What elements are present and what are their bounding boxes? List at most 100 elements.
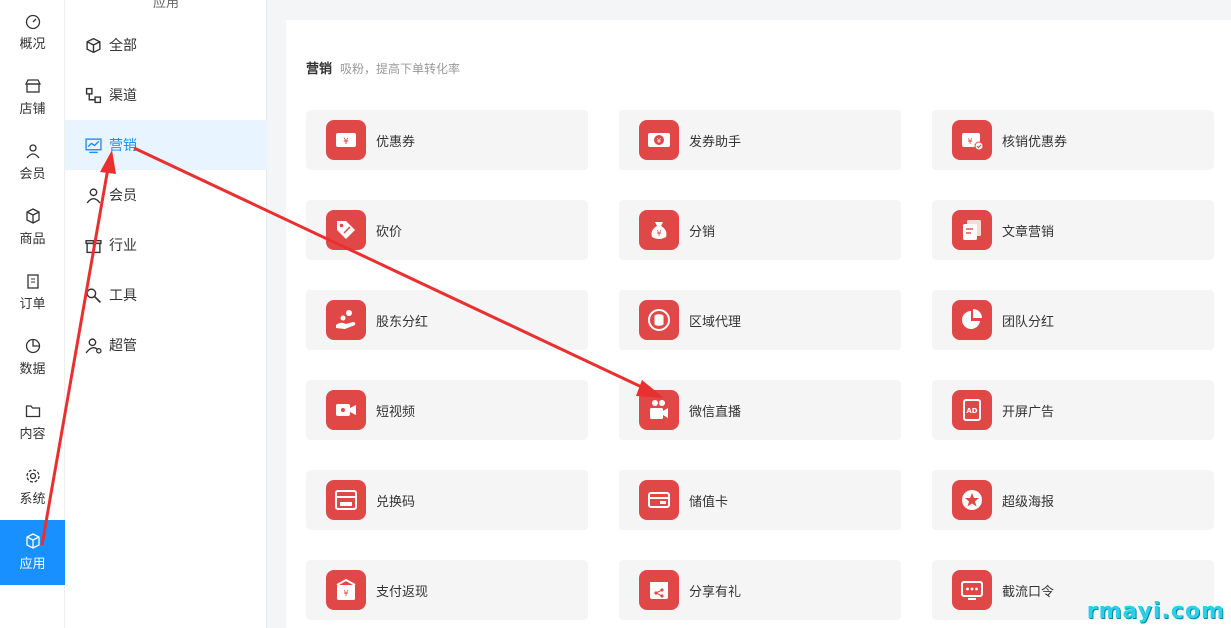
gear-icon <box>25 469 40 483</box>
coupon-helper-icon: ¥ <box>648 133 670 147</box>
cashback-icon: ¥ <box>336 578 356 600</box>
stored-card-icon <box>648 492 670 508</box>
nav-label: 应用 <box>19 557 46 572</box>
redeem-card-icon <box>335 490 357 510</box>
tile-label: 分销 <box>689 224 716 240</box>
tile-wechat-live[interactable]: 微信直播 <box>619 380 901 440</box>
tile-distribution[interactable]: ¥ 分销 <box>619 200 901 260</box>
tile-label: 短视频 <box>376 404 416 420</box>
region-coins-icon <box>648 309 670 331</box>
sub-item-marketing[interactable]: 营销 <box>65 120 267 170</box>
dashboard-icon <box>25 14 40 29</box>
nav-item-goods[interactable]: 商品 <box>0 195 65 260</box>
article-icon <box>963 220 981 240</box>
watermark: rmayi.com <box>1086 599 1225 624</box>
tile-coupon-verify[interactable]: ¥ 核销优惠券 <box>932 110 1214 170</box>
section-header: 营销 吸粉，提高下单转化率 <box>306 58 460 77</box>
sub-item-label: 渠道 <box>109 88 137 104</box>
section-subtitle: 吸粉，提高下单转化率 <box>340 62 461 76</box>
nav-label: 系统 <box>19 492 46 507</box>
tile-payment-cashback[interactable]: ¥ 支付返现 <box>306 560 588 620</box>
bargain-tag-icon <box>337 221 355 239</box>
tile-label: 储值卡 <box>689 494 729 510</box>
sub-item-label: 营销 <box>109 138 137 154</box>
share-gift-icon <box>650 582 668 599</box>
nav-item-content[interactable]: 内容 <box>0 390 65 455</box>
tile-bargain[interactable]: 砍价 <box>306 200 588 260</box>
tile-label: 砍价 <box>376 224 403 240</box>
tile-coupon[interactable]: ¥ 优惠券 <box>306 110 588 170</box>
nav-label: 会员 <box>19 167 46 182</box>
team-pie-icon <box>962 309 982 329</box>
sub-item-industry[interactable]: 行业 <box>65 220 267 270</box>
tile-region-agent[interactable]: 区域代理 <box>619 290 901 350</box>
nav-item-data[interactable]: 数据 <box>0 325 65 390</box>
nav-label: 概况 <box>19 37 46 52</box>
tile-splash-ad[interactable]: AD 开屏广告 <box>932 380 1214 440</box>
nav-label: 商品 <box>19 232 46 247</box>
svg-text:¥: ¥ <box>967 137 972 146</box>
svg-text:¥: ¥ <box>657 137 662 145</box>
sub-item-member[interactable]: 会员 <box>65 170 267 220</box>
sub-item-label: 全部 <box>109 38 137 54</box>
nav-label: 订单 <box>19 297 46 312</box>
tile-short-video[interactable]: 短视频 <box>306 380 588 440</box>
nav-item-overview[interactable]: 概况 <box>0 0 65 65</box>
nav-label: 店铺 <box>19 102 46 117</box>
channel-icon <box>85 87 102 103</box>
section-title: 营销 <box>306 62 333 77</box>
nav-label: 数据 <box>19 362 46 377</box>
video-camera-icon <box>336 404 356 416</box>
user-icon <box>25 144 40 159</box>
tile-shareholder-dividend[interactable]: 股东分红 <box>306 290 588 350</box>
password-dots-icon <box>961 581 983 600</box>
coupon-icon: ¥ <box>336 133 356 147</box>
sub-sidebar: 应用 全部 渠道 营销 会员 行业 工具 超管 <box>65 0 267 628</box>
nav-item-shop[interactable]: 店铺 <box>0 65 65 130</box>
sub-item-admin[interactable]: 超管 <box>65 320 267 370</box>
box-icon <box>25 208 40 224</box>
tile-label: 股东分红 <box>376 314 429 330</box>
tile-label: 核销优惠券 <box>1002 134 1068 150</box>
nav-item-member[interactable]: 会员 <box>0 130 65 195</box>
nav-label: 内容 <box>19 427 46 442</box>
tile-stored-value-card[interactable]: 储值卡 <box>619 470 901 530</box>
coupon-verify-icon: ¥ <box>962 133 984 151</box>
svg-text:¥: ¥ <box>343 137 349 147</box>
sub-item-all[interactable]: 全部 <box>65 20 267 70</box>
gift-icon <box>85 239 102 253</box>
poster-star-icon <box>962 490 982 510</box>
tile-super-poster[interactable]: 超级海报 <box>932 470 1214 530</box>
app-grid-panel: 营销 吸粉，提高下单转化率 ¥ 优惠券 ¥ 发券助手 ¥ 核销优惠券 砍价 ¥ 分… <box>286 20 1231 628</box>
tile-coupon-helper[interactable]: ¥ 发券助手 <box>619 110 901 170</box>
main-nav: 概况 店铺 会员 商品 订单 数据 内容 系统 应用 <box>0 0 65 628</box>
sub-item-label: 会员 <box>109 188 137 204</box>
sub-item-label: 工具 <box>109 288 137 304</box>
nav-item-apps[interactable]: 应用 <box>0 520 65 585</box>
pie-chart-icon <box>25 338 40 354</box>
svg-text:¥: ¥ <box>656 229 661 238</box>
sub-item-label: 超管 <box>109 338 137 354</box>
svg-text:AD: AD <box>966 407 977 415</box>
tile-share-gift[interactable]: 分享有礼 <box>619 560 901 620</box>
tile-article-marketing[interactable]: 文章营销 <box>932 200 1214 260</box>
ad-icon: AD <box>963 399 981 421</box>
cube-icon <box>25 533 40 549</box>
clipboard-icon <box>26 274 39 289</box>
tile-label: 支付返现 <box>376 584 429 600</box>
shop-icon <box>24 79 41 93</box>
nav-item-system[interactable]: 系统 <box>0 455 65 520</box>
tile-label: 优惠券 <box>376 134 416 150</box>
marketing-chart-icon <box>85 137 102 153</box>
tile-label: 分享有礼 <box>689 584 742 600</box>
sub-item-tools[interactable]: 工具 <box>65 270 267 320</box>
sub-item-channel[interactable]: 渠道 <box>65 70 267 120</box>
tile-label: 微信直播 <box>689 404 742 420</box>
tile-label: 开屏广告 <box>1002 404 1055 420</box>
tile-team-dividend[interactable]: 团队分红 <box>932 290 1214 350</box>
tile-label: 文章营销 <box>1002 224 1055 240</box>
tile-label: 团队分红 <box>1002 314 1055 330</box>
nav-item-order[interactable]: 订单 <box>0 260 65 325</box>
cube-icon <box>86 37 101 53</box>
tile-redeem-code[interactable]: 兑换码 <box>306 470 588 530</box>
